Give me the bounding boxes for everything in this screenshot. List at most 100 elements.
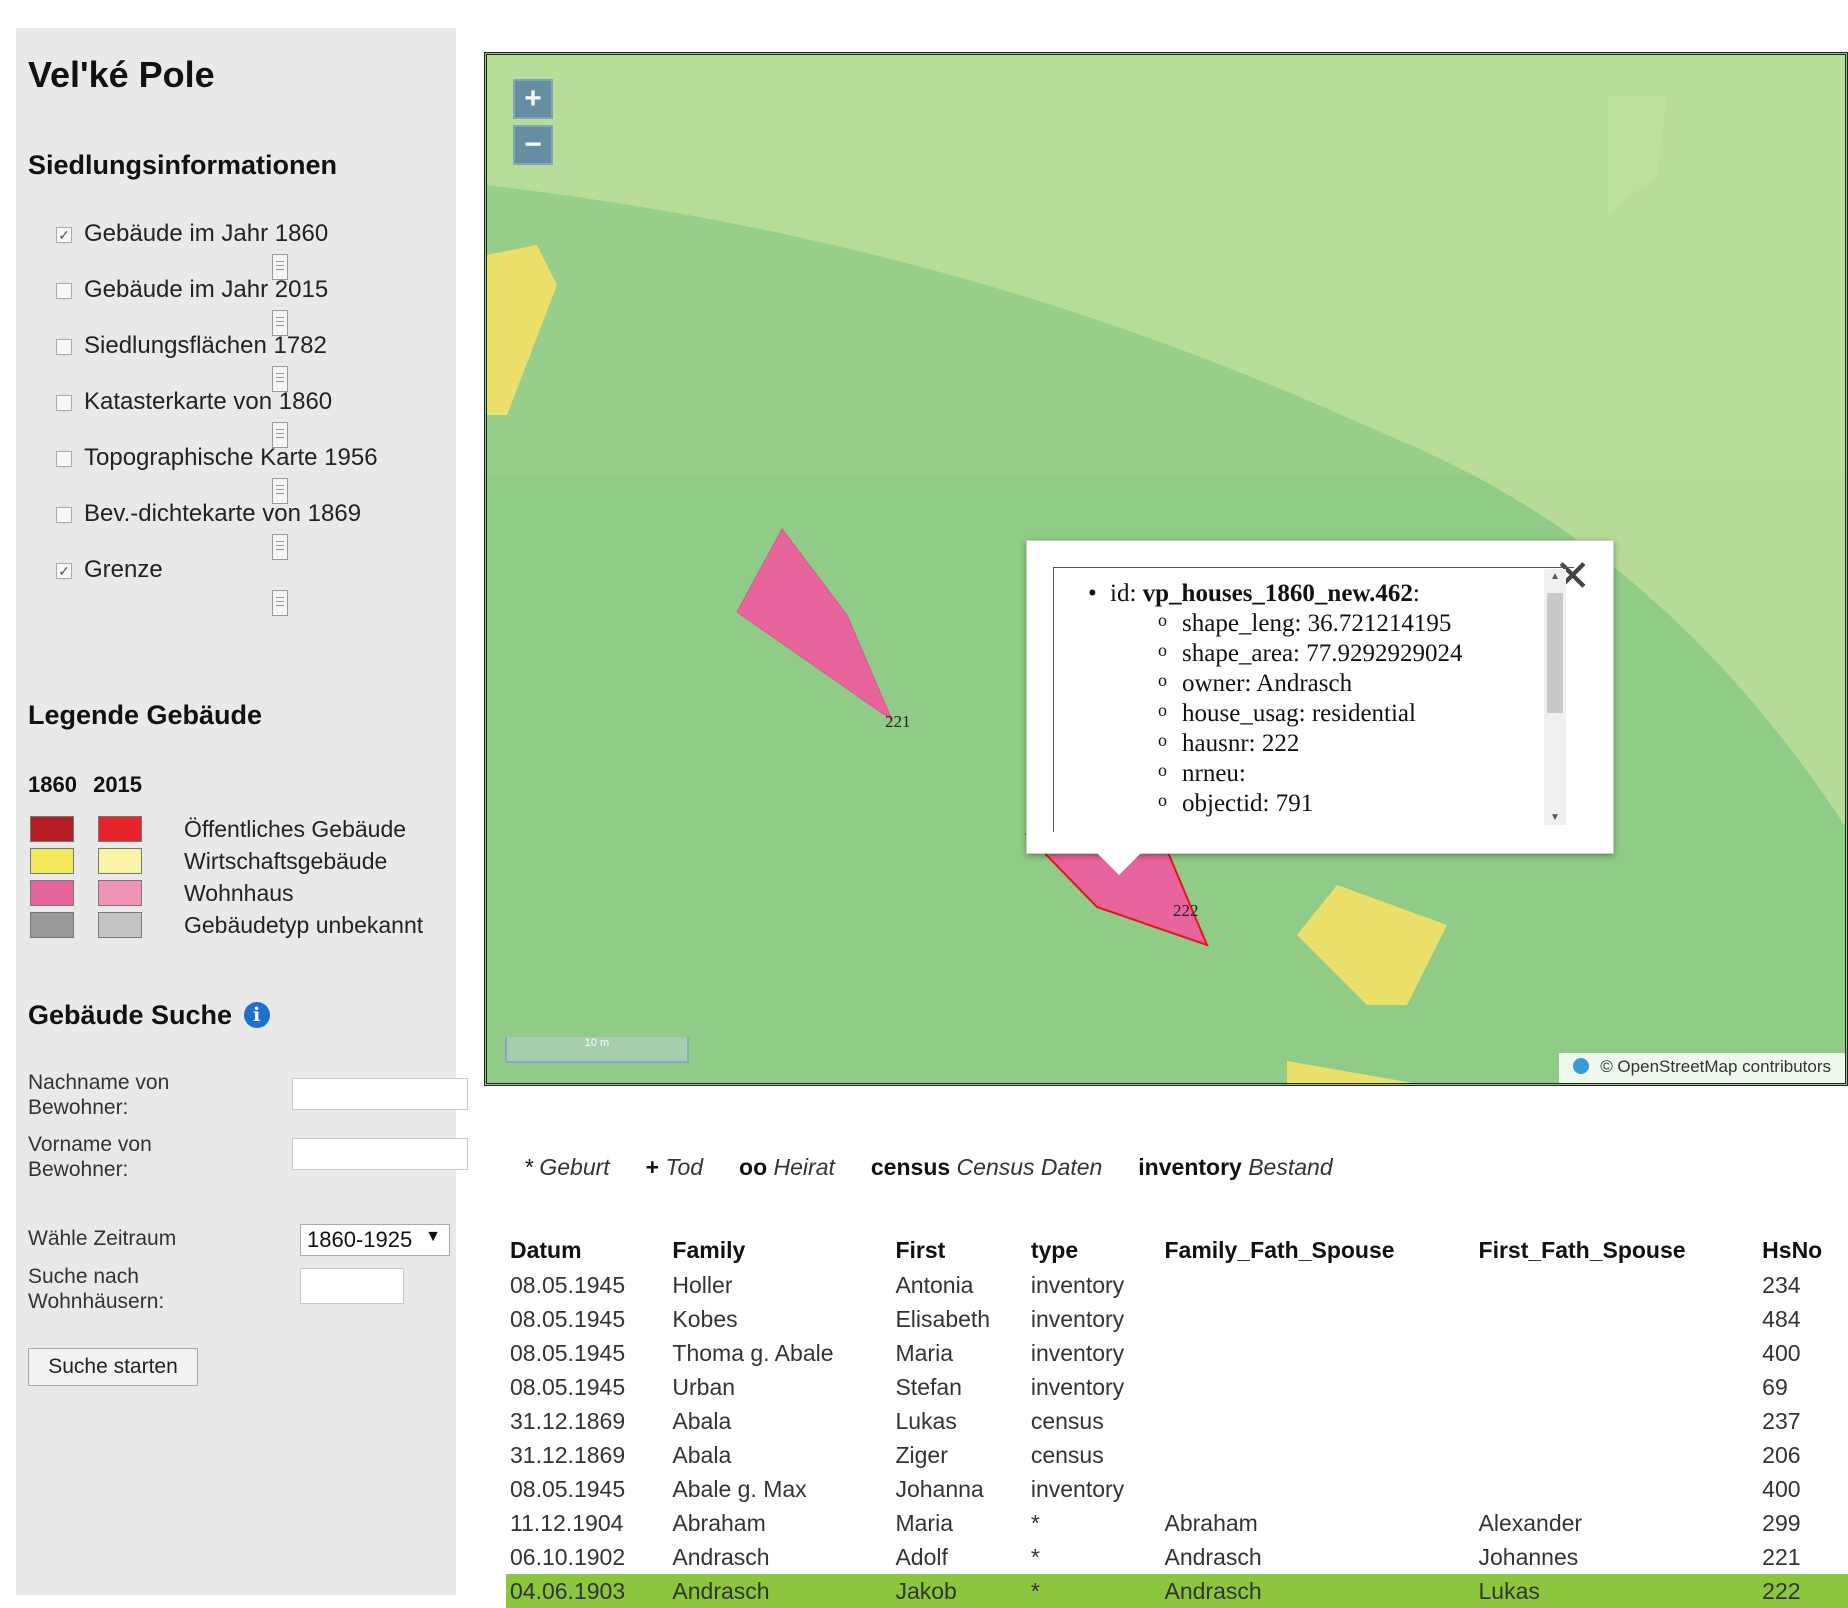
table-cell: census: [1030, 1441, 1104, 1468]
event-legend-item: oo Heirat: [739, 1154, 835, 1180]
column-header[interactable]: First: [891, 1232, 1026, 1268]
table-cell: Lukas: [895, 1407, 957, 1434]
layer-item[interactable]: ✓ Gebäude im Jahr 1860: [56, 218, 436, 280]
search-submit-button[interactable]: Suche starten: [28, 1348, 198, 1386]
legend-swatch-1860: [30, 880, 74, 906]
table-cell: [1475, 1438, 1759, 1472]
table-cell: Jakob: [891, 1574, 1027, 1608]
table-cell: [1160, 1370, 1474, 1404]
table-cell: 11.12.1904: [510, 1509, 624, 1536]
table-cell: Lukas: [1474, 1574, 1759, 1608]
table-row[interactable]: 11.12.1904 Abraham Maria * Abraham Alexander 2…: [506, 1506, 1848, 1540]
column-header[interactable]: First_Fath_Spouse: [1475, 1232, 1759, 1268]
lastname-label: Nachname von Bewohner:: [28, 1071, 170, 1119]
event-type-legend: * Geburt + Tod oo Heirat census Census Date…: [524, 1154, 1369, 1181]
layer-item[interactable]: Katasterkarte von 1860: [56, 386, 436, 448]
layer-checkbox[interactable]: [56, 339, 72, 355]
table-row[interactable]: 06.10.1902 Andrasch Adolf * Andrasch Johannes…: [506, 1540, 1848, 1574]
popup-id-line: id: vp_houses_1860_new.462:: [1088, 580, 1420, 608]
legend-swatch-2015: [98, 816, 142, 842]
house-search-label: Suche nach Wohnhäusern:: [28, 1265, 165, 1313]
table-row[interactable]: 31.12.1869 Abala Lukas census 237: [506, 1404, 1848, 1438]
legend-swatch-1860: [30, 816, 74, 842]
popup-property: owner: Andrasch: [1158, 670, 1352, 698]
lastname-input[interactable]: [292, 1078, 468, 1110]
scroll-down-icon[interactable]: ▼: [1550, 812, 1560, 823]
results-header-row: Datum Family First type Family_Fath_Spouse Fi…: [506, 1232, 1848, 1268]
table-cell: Alexander: [1478, 1509, 1583, 1536]
layer-label: Grenze: [84, 556, 163, 583]
table-cell: [1475, 1336, 1759, 1370]
layer-checkbox[interactable]: [56, 395, 72, 411]
results-table: Datum Family First type Family_Fath_Spouse Fi…: [506, 1232, 1848, 1608]
table-cell: 08.05.1945: [510, 1475, 626, 1502]
table-row[interactable]: 08.05.1945 Urban Stefan inventory 69: [506, 1370, 1848, 1404]
table-cell: Maria: [895, 1509, 953, 1536]
table-cell: Adolf: [895, 1543, 948, 1570]
table-row[interactable]: 08.05.1945 Kobes Elisabeth inventory 484: [506, 1302, 1848, 1336]
table-cell: Antonia: [895, 1271, 974, 1298]
period-select[interactable]: 1860-1925 ▼: [300, 1224, 450, 1256]
popup-scrollbar[interactable]: ▲ ▼: [1544, 569, 1566, 825]
layer-item[interactable]: ✓ Grenze: [56, 554, 436, 616]
attribution-text[interactable]: © OpenStreetMap contributors: [1600, 1057, 1831, 1076]
table-cell: 08.05.1945: [510, 1339, 626, 1366]
layer-checkbox[interactable]: [56, 451, 72, 467]
table-cell: [1475, 1404, 1759, 1438]
layer-checkbox[interactable]: [56, 507, 72, 523]
layer-label: Gebäude im Jahr 1860: [84, 220, 329, 247]
layer-checkbox[interactable]: ✓: [56, 227, 72, 243]
table-row[interactable]: 31.12.1869 Abala Ziger census 206: [506, 1438, 1848, 1472]
opacity-slider-handle[interactable]: [272, 590, 288, 616]
event-legend-item: + Tod: [646, 1154, 703, 1180]
layer-item[interactable]: Topographische Karte 1956: [56, 442, 436, 504]
legend-label: Gebäudetyp unbekannt: [184, 912, 424, 938]
layer-item[interactable]: Siedlungsflächen 1782: [56, 330, 436, 392]
layer-item[interactable]: Bev.-dichtekarte von 1869: [56, 498, 436, 560]
firstname-input[interactable]: [292, 1138, 468, 1170]
layer-checkbox[interactable]: ✓: [56, 563, 72, 579]
table-cell: 08.05.1945: [510, 1373, 626, 1400]
house-label-221: 221: [885, 712, 911, 731]
table-row[interactable]: 04.06.1903 Andrasch Jakob * Andrasch Lukas 222: [506, 1574, 1848, 1608]
event-description: Heirat: [773, 1154, 835, 1180]
table-cell: [1160, 1404, 1474, 1438]
scroll-thumb[interactable]: [1547, 593, 1563, 713]
table-cell: [1475, 1268, 1759, 1302]
table-row[interactable]: 08.05.1945 Holler Antonia inventory 234: [506, 1268, 1848, 1302]
zoom-out-button[interactable]: −: [513, 125, 553, 165]
table-row[interactable]: 08.05.1945 Thoma g. Abale Maria inventory 40…: [506, 1336, 1848, 1370]
info-icon[interactable]: i: [243, 1002, 270, 1028]
chevron-down-icon: ▼: [425, 1228, 441, 1245]
event-legend-item: census Census Daten: [871, 1154, 1102, 1180]
column-header[interactable]: Family: [668, 1232, 891, 1268]
column-header[interactable]: Datum: [506, 1232, 668, 1268]
popup-property: nrneu:: [1158, 760, 1246, 788]
table-cell: 299: [1762, 1509, 1801, 1536]
table-cell: Abala: [672, 1441, 732, 1468]
legend-label: Wohnhaus: [184, 880, 294, 906]
table-cell: [1475, 1302, 1759, 1336]
layer-item[interactable]: Gebäude im Jahr 2015: [56, 274, 436, 336]
table-cell: inventory: [1030, 1373, 1125, 1400]
search-heading-text: Gebäude Suche: [28, 1000, 233, 1030]
column-header[interactable]: Family_Fath_Spouse: [1160, 1232, 1474, 1268]
scroll-up-icon[interactable]: ▲: [1550, 571, 1560, 582]
house-search-input[interactable]: [300, 1268, 404, 1304]
search-heading: Gebäude Suche i: [28, 1000, 270, 1031]
legend-swatch-2015: [98, 912, 142, 938]
table-row[interactable]: 08.05.1945 Abale g. Max Johanna inventory 40…: [506, 1472, 1848, 1506]
house-label-222: 222: [1173, 901, 1199, 920]
table-cell: Johanna: [895, 1475, 984, 1502]
layer-checkbox[interactable]: [56, 283, 72, 299]
column-header[interactable]: HsNo: [1758, 1232, 1848, 1268]
table-cell: [1160, 1302, 1474, 1336]
zoom-in-button[interactable]: +: [513, 79, 553, 119]
table-cell: 08.05.1945: [510, 1271, 626, 1298]
site-title: Vel'ké Pole: [28, 54, 215, 95]
table-cell: Ziger: [895, 1441, 948, 1468]
column-header[interactable]: type: [1027, 1232, 1161, 1268]
table-cell: 06.10.1902: [510, 1543, 626, 1570]
globe-icon: [1573, 1058, 1590, 1074]
event-symbol: +: [645, 1154, 660, 1180]
